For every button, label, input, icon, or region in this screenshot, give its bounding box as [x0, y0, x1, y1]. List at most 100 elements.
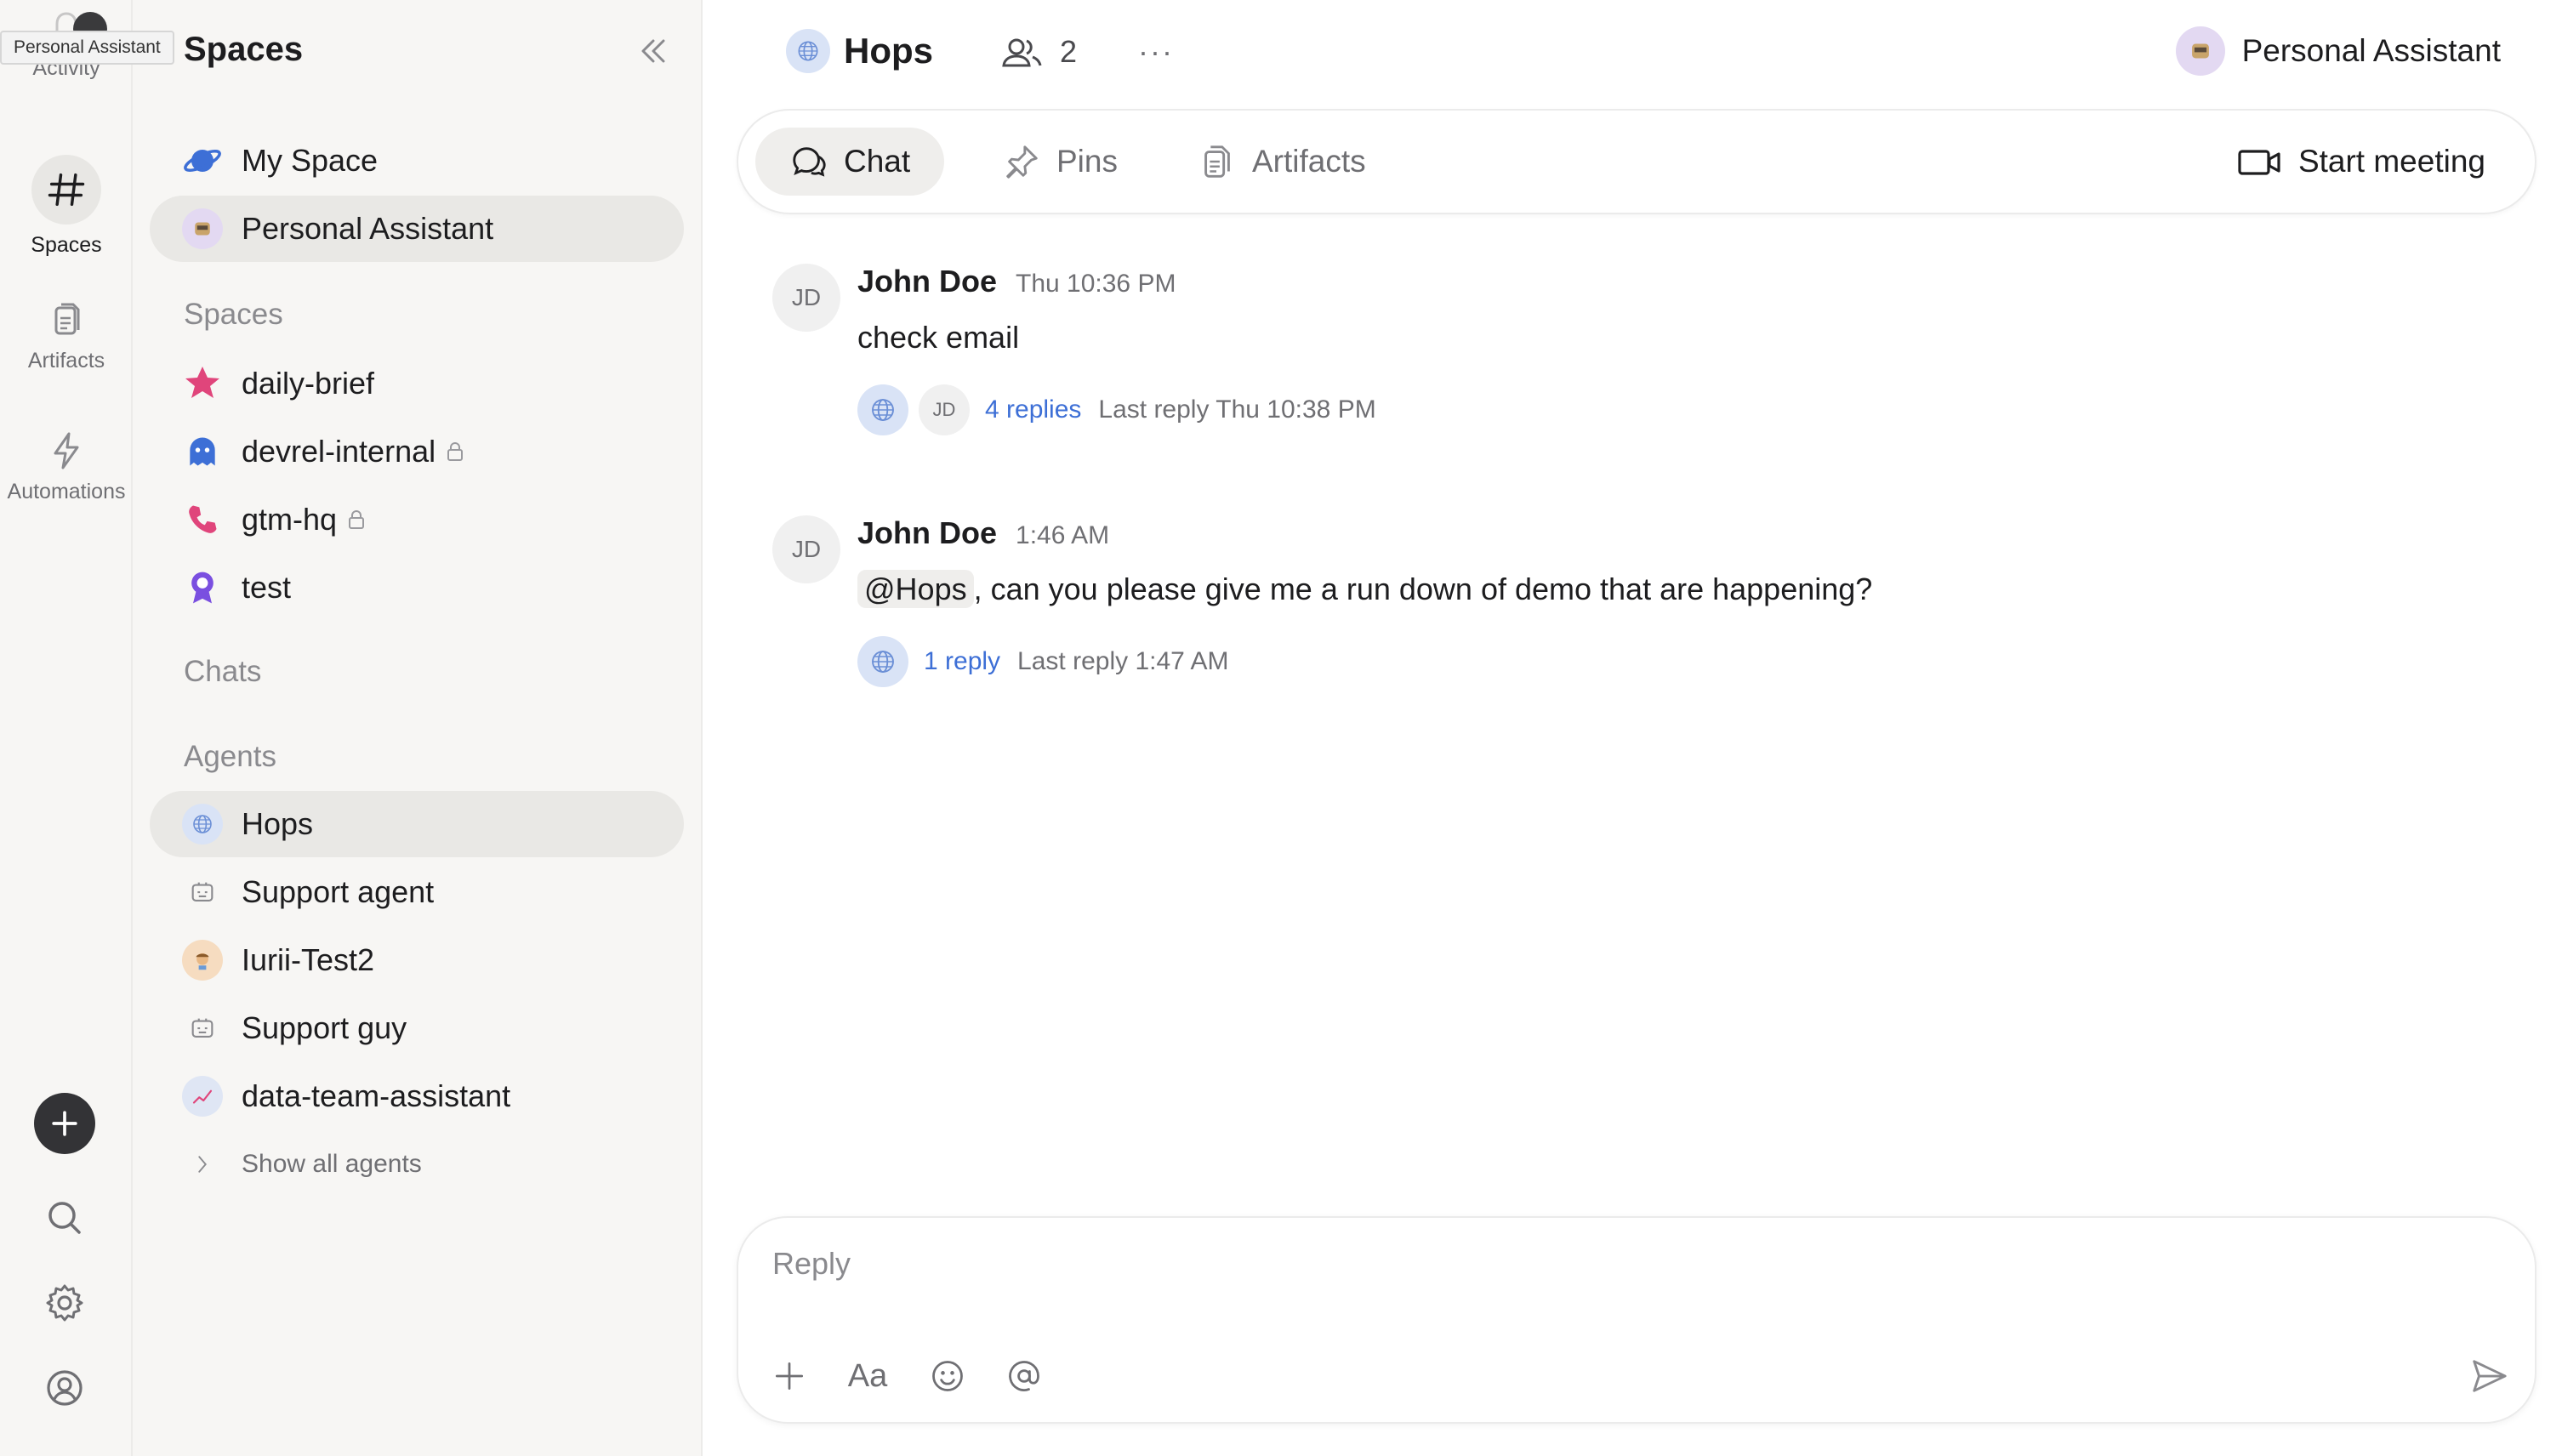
add-button[interactable]	[34, 1093, 95, 1154]
rail-spaces[interactable]: Spaces	[0, 155, 133, 258]
tab-pins-label: Pins	[1056, 144, 1118, 179]
author-avatar[interactable]: JD	[772, 515, 840, 583]
sidebar-item-label: gtm-hq	[242, 502, 338, 537]
rail-automations[interactable]: Automations	[0, 430, 133, 504]
message-text: check email	[857, 320, 1020, 355]
spaces-section-header: Spaces	[184, 298, 283, 331]
sidebar-item-data-team-assistant[interactable]: data-team-assistant	[150, 1063, 684, 1129]
phone-icon	[182, 499, 223, 540]
ghost-icon	[182, 431, 223, 472]
show-all-agents[interactable]: Show all agents	[150, 1131, 684, 1197]
main-panel: Hops 2 ··· Personal Assistant Chat Pins …	[703, 0, 2562, 1456]
sidebar-item-personal-assistant[interactable]: Personal Assistant	[150, 196, 684, 262]
chat-icon	[793, 147, 826, 177]
profile-icon[interactable]	[44, 1368, 85, 1408]
start-meeting-label: Start meeting	[2297, 144, 2485, 179]
message-time: 1:46 AM	[1016, 521, 1110, 549]
sidebar-item-label: My Space	[242, 143, 379, 178]
pin-icon	[1006, 145, 1038, 179]
chevron-right-icon	[182, 1144, 223, 1185]
globe-avatar	[182, 804, 223, 845]
tab-artifacts[interactable]: Artifacts	[1164, 128, 1400, 196]
gear-icon[interactable]	[44, 1283, 85, 1323]
personal-assistant-button[interactable]: Personal Assistant	[2175, 26, 2501, 77]
reply-input[interactable]	[772, 1238, 2388, 1289]
format-button[interactable]: Aa	[844, 1356, 891, 1396]
assistant-avatar	[2175, 26, 2225, 76]
show-all-agents-label: Show all agents	[242, 1150, 422, 1178]
send-button[interactable]	[2468, 1356, 2509, 1396]
tab-pins[interactable]: Pins	[968, 128, 1152, 196]
channel-title-text: Hops	[844, 31, 933, 71]
lock-icon	[447, 442, 464, 461]
bot-icon	[182, 1008, 223, 1049]
replies-link[interactable]: 1 reply	[924, 647, 1000, 676]
chart-avatar	[182, 1076, 223, 1117]
document-icon	[1204, 145, 1230, 178]
sidebar-item-label: devrel-internal	[242, 434, 436, 469]
hash-icon	[31, 155, 101, 225]
video-camera-icon	[2238, 150, 2280, 175]
author-avatar[interactable]: JD	[772, 264, 840, 332]
reply-avatar: JD	[919, 384, 970, 435]
assistant-label: Personal Assistant	[2241, 33, 2501, 68]
sidebar-item-label: Iurii-Test2	[242, 942, 375, 977]
sidebar-item-label: Support agent	[242, 874, 435, 909]
people-icon	[1002, 38, 1042, 67]
sidebar-item-iurii-test2[interactable]: Iurii-Test2	[150, 927, 684, 993]
sidebar-title: Spaces	[184, 31, 304, 68]
globe-avatar	[786, 29, 830, 73]
attach-button[interactable]	[769, 1356, 810, 1396]
mention-button[interactable]	[1004, 1356, 1045, 1396]
message-header: John Doe 1:46 AM	[857, 515, 1109, 551]
more-options-button[interactable]: ···	[1138, 34, 1174, 70]
members-button[interactable]: 2	[1000, 31, 1077, 73]
lightning-icon	[54, 432, 79, 469]
last-reply-time: Last reply Thu 10:38 PM	[1098, 395, 1376, 424]
emoji-button[interactable]	[927, 1356, 968, 1396]
assistant-avatar	[182, 208, 223, 249]
sidebar-item-label: Support guy	[242, 1010, 407, 1045]
planet-icon	[182, 140, 223, 181]
start-meeting-button[interactable]: Start meeting	[2237, 128, 2485, 196]
author-name[interactable]: John Doe	[857, 264, 997, 299]
rail-artifacts[interactable]: Artifacts	[0, 299, 133, 373]
globe-avatar	[857, 636, 908, 687]
rail-automations-label: Automations	[7, 480, 126, 503]
plus-icon	[775, 1362, 804, 1391]
tab-chat[interactable]: Chat	[755, 128, 945, 196]
message-text: , can you please give me a run down of d…	[973, 572, 1873, 606]
sidebar-item-devrel-internal[interactable]: devrel-internal	[150, 418, 684, 485]
sidebar-item-hops[interactable]: Hops	[150, 791, 684, 857]
chats-section-header: Chats	[184, 655, 262, 688]
sidebar-item-support-guy[interactable]: Support guy	[150, 995, 684, 1061]
thread-summary[interactable]: JD 4 replies Last reply Thu 10:38 PM	[857, 384, 1376, 435]
sidebar-item-label: Hops	[242, 806, 314, 841]
tab-bar: Chat Pins Artifacts Start meeting	[737, 109, 2536, 214]
award-icon	[182, 567, 223, 608]
collapse-sidebar-icon[interactable]	[635, 34, 672, 68]
left-rail: Activity Spaces Artifacts Automations	[0, 0, 133, 1456]
sidebar-item-my-space[interactable]: My Space	[150, 128, 684, 194]
sidebar-item-label: data-team-assistant	[242, 1078, 511, 1113]
sidebar-item-daily-brief[interactable]: daily-brief	[150, 350, 684, 417]
thread-summary[interactable]: 1 reply Last reply 1:47 AM	[857, 636, 1229, 687]
sidebar-item-support-agent[interactable]: Support agent	[150, 859, 684, 925]
composer: Aa	[737, 1216, 2536, 1424]
mention-chip[interactable]: @Hops	[857, 570, 974, 608]
agents-section-header: Agents	[184, 740, 276, 773]
tooltip: Personal Assistant	[0, 31, 174, 65]
sidebar-item-test[interactable]: test	[150, 555, 684, 621]
channel-title: Hops	[786, 26, 933, 77]
sidebar: Spaces My Space Personal Assistant Space…	[133, 0, 703, 1456]
author-name[interactable]: John Doe	[857, 515, 997, 551]
search-icon[interactable]	[44, 1197, 85, 1238]
replies-link[interactable]: 4 replies	[985, 395, 1081, 424]
bot-icon	[182, 872, 223, 913]
sidebar-item-gtm-hq[interactable]: gtm-hq	[150, 486, 684, 553]
send-icon	[2473, 1360, 2507, 1392]
smiley-icon	[932, 1361, 963, 1391]
document-icon	[54, 303, 80, 335]
globe-avatar	[857, 384, 908, 435]
message-body: @Hops, can you please give me a run down…	[857, 570, 1873, 608]
